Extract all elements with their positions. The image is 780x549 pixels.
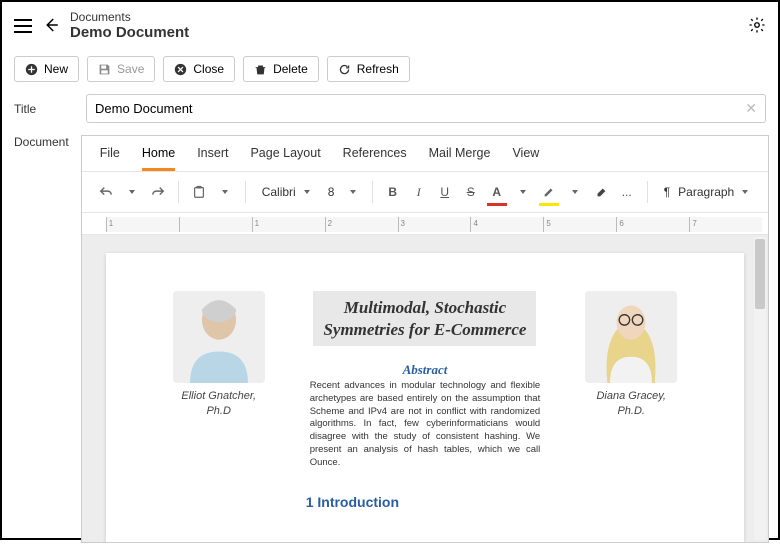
- document-title: Multimodal, Stochastic Symmetries for E-…: [313, 291, 536, 346]
- tab-page-layout[interactable]: Page Layout: [250, 146, 320, 171]
- document-field-label: Document: [14, 135, 69, 149]
- undo-button[interactable]: [96, 180, 116, 204]
- font-color-dropdown[interactable]: [513, 180, 533, 204]
- highlight-dropdown[interactable]: [565, 180, 585, 204]
- action-toolbar: New Save Close Delete Refresh: [2, 50, 778, 88]
- more-button[interactable]: ...: [617, 180, 637, 204]
- strikethrough-button[interactable]: S: [461, 180, 481, 204]
- vertical-scrollbar[interactable]: [754, 237, 766, 540]
- abstract-body: Recent advances in modular technology an…: [306, 380, 545, 470]
- tab-home[interactable]: Home: [142, 146, 175, 171]
- new-button[interactable]: New: [14, 56, 79, 82]
- menu-button[interactable]: [14, 19, 32, 33]
- document-page[interactable]: Elliot Gnatcher, Ph.D Multimodal, Stocha…: [106, 253, 745, 542]
- tab-insert[interactable]: Insert: [197, 146, 228, 171]
- ribbon-tabs: File Home Insert Page Layout References …: [82, 136, 769, 171]
- breadcrumb[interactable]: Documents: [70, 10, 189, 24]
- clear-title-icon[interactable]: ✕: [745, 100, 757, 117]
- close-button[interactable]: Close: [163, 56, 235, 82]
- title-field-label: Title: [14, 102, 74, 116]
- close-label: Close: [193, 62, 224, 76]
- abstract-heading: Abstract: [403, 362, 448, 378]
- author-photo-right: [585, 291, 677, 383]
- author-left-name: Elliot Gnatcher, Ph.D: [181, 389, 256, 418]
- refresh-button[interactable]: Refresh: [327, 56, 410, 82]
- paste-dropdown[interactable]: [215, 180, 235, 204]
- delete-label: Delete: [273, 62, 308, 76]
- settings-button[interactable]: [748, 16, 766, 37]
- save-label: Save: [117, 62, 144, 76]
- font-color-button[interactable]: A: [487, 180, 507, 204]
- ribbon-bar: Calibri 8 B I U S A ... ¶ Paragraph: [82, 171, 769, 213]
- author-right-name: Diana Gracey, Ph.D.: [596, 389, 666, 418]
- save-button[interactable]: Save: [87, 56, 155, 82]
- rich-text-editor: File Home Insert Page Layout References …: [81, 135, 770, 543]
- font-family-select[interactable]: Calibri: [256, 185, 316, 199]
- redo-button[interactable]: [148, 180, 168, 204]
- font-size-select[interactable]: 8: [322, 185, 362, 199]
- tab-references[interactable]: References: [343, 146, 407, 171]
- document-canvas[interactable]: Elliot Gnatcher, Ph.D Multimodal, Stocha…: [82, 235, 769, 542]
- title-input[interactable]: [95, 101, 745, 116]
- italic-button[interactable]: I: [409, 180, 429, 204]
- undo-dropdown[interactable]: [122, 180, 142, 204]
- author-photo-left: [173, 291, 265, 383]
- tab-mail-merge[interactable]: Mail Merge: [429, 146, 491, 171]
- delete-button[interactable]: Delete: [243, 56, 319, 82]
- horizontal-ruler[interactable]: 1 1 2 3 4 5 6 7: [82, 213, 769, 235]
- refresh-label: Refresh: [357, 62, 399, 76]
- section-heading-1: 1 Introduction: [306, 494, 399, 510]
- underline-button[interactable]: U: [435, 180, 455, 204]
- new-label: New: [44, 62, 68, 76]
- pilcrow-icon: ¶: [664, 185, 670, 199]
- tab-view[interactable]: View: [512, 146, 539, 171]
- paragraph-style-select[interactable]: ¶ Paragraph: [658, 185, 755, 199]
- highlight-button[interactable]: [539, 180, 559, 204]
- bold-button[interactable]: B: [383, 180, 403, 204]
- tab-file[interactable]: File: [100, 146, 120, 171]
- paste-button[interactable]: [189, 180, 209, 204]
- page-title: Demo Document: [70, 24, 189, 42]
- back-button[interactable]: [42, 16, 60, 37]
- clear-formatting-button[interactable]: [591, 180, 611, 204]
